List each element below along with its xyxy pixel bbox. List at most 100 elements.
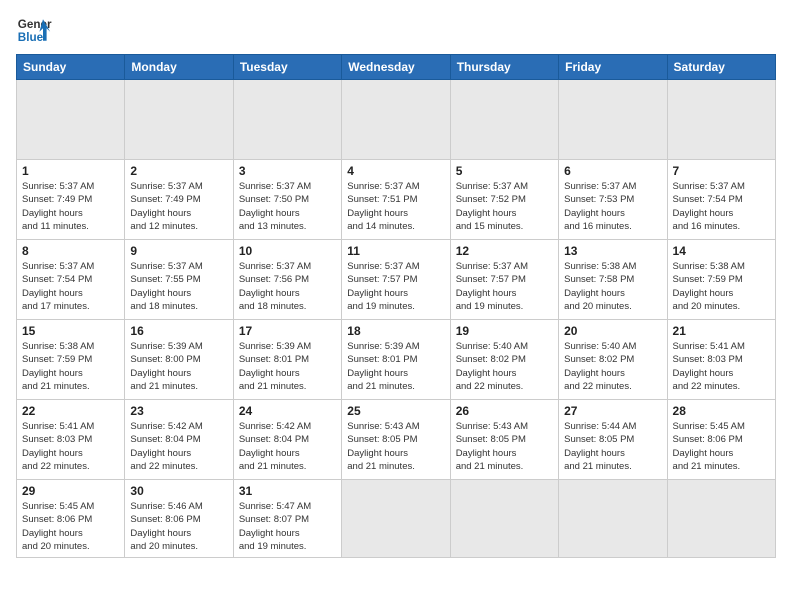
day-number: 27 xyxy=(564,404,661,418)
day-number: 23 xyxy=(130,404,227,418)
day-number: 6 xyxy=(564,164,661,178)
day-cell: 21Sunrise: 5:41 AMSunset: 8:03 PMDayligh… xyxy=(667,320,775,400)
day-cell xyxy=(125,80,233,160)
day-number: 4 xyxy=(347,164,444,178)
day-info: Sunrise: 5:39 AMSunset: 8:01 PMDaylight … xyxy=(347,340,444,393)
day-info: Sunrise: 5:37 AMSunset: 7:57 PMDaylight … xyxy=(347,260,444,313)
day-cell xyxy=(450,480,558,558)
day-number: 14 xyxy=(673,244,770,258)
day-number: 30 xyxy=(130,484,227,498)
day-cell: 20Sunrise: 5:40 AMSunset: 8:02 PMDayligh… xyxy=(559,320,667,400)
day-info: Sunrise: 5:41 AMSunset: 8:03 PMDaylight … xyxy=(22,420,119,473)
day-number: 9 xyxy=(130,244,227,258)
day-cell: 8 Sunrise: 5:37 AMSunset: 7:54 PMDaylight… xyxy=(17,240,125,320)
day-cell: 12Sunrise: 5:37 AMSunset: 7:57 PMDayligh… xyxy=(450,240,558,320)
day-cell: 18 Sunrise: 5:39 AMSunset: 8:01 PMDayligh… xyxy=(342,320,450,400)
calendar-header-sunday: Sunday xyxy=(17,55,125,80)
day-info: Sunrise: 5:38 AMSunset: 7:59 PMDaylight … xyxy=(673,260,770,313)
svg-text:General: General xyxy=(18,18,52,31)
calendar-header-friday: Friday xyxy=(559,55,667,80)
day-number: 31 xyxy=(239,484,336,498)
logo-icon: General Blue xyxy=(16,12,52,48)
day-number: 8 xyxy=(22,244,119,258)
day-cell xyxy=(559,80,667,160)
day-cell: 2 Sunrise: 5:37 AMSunset: 7:49 PMDaylight… xyxy=(125,160,233,240)
day-cell: 5 Sunrise: 5:37 AMSunset: 7:52 PMDaylight… xyxy=(450,160,558,240)
day-info: Sunrise: 5:37 AMSunset: 7:49 PMDaylight … xyxy=(130,180,227,233)
day-info: Sunrise: 5:37 AMSunset: 7:55 PMDaylight … xyxy=(130,260,227,313)
day-number: 20 xyxy=(564,324,661,338)
day-info: Sunrise: 5:38 AMSunset: 7:58 PMDaylight … xyxy=(564,260,661,313)
day-number: 11 xyxy=(347,244,444,258)
day-cell xyxy=(342,80,450,160)
day-cell xyxy=(667,80,775,160)
day-info: Sunrise: 5:37 AMSunset: 7:50 PMDaylight … xyxy=(239,180,336,233)
day-cell xyxy=(17,80,125,160)
day-number: 16 xyxy=(130,324,227,338)
day-number: 12 xyxy=(456,244,553,258)
day-number: 21 xyxy=(673,324,770,338)
day-info: Sunrise: 5:43 AMSunset: 8:05 PMDaylight … xyxy=(347,420,444,473)
day-info: Sunrise: 5:37 AMSunset: 7:53 PMDaylight … xyxy=(564,180,661,233)
day-cell: 24 Sunrise: 5:42 AMSunset: 8:04 PMDayligh… xyxy=(233,400,341,480)
day-cell: 11 Sunrise: 5:37 AMSunset: 7:57 PMDayligh… xyxy=(342,240,450,320)
day-info: Sunrise: 5:37 AMSunset: 7:49 PMDaylight … xyxy=(22,180,119,233)
day-number: 5 xyxy=(456,164,553,178)
calendar-header-tuesday: Tuesday xyxy=(233,55,341,80)
day-cell: 22 Sunrise: 5:41 AMSunset: 8:03 PMDayligh… xyxy=(17,400,125,480)
day-info: Sunrise: 5:37 AMSunset: 7:52 PMDaylight … xyxy=(456,180,553,233)
day-number: 24 xyxy=(239,404,336,418)
day-info: Sunrise: 5:42 AMSunset: 8:04 PMDaylight … xyxy=(239,420,336,473)
day-cell: 9 Sunrise: 5:37 AMSunset: 7:55 PMDaylight… xyxy=(125,240,233,320)
day-cell: 4 Sunrise: 5:37 AMSunset: 7:51 PMDaylight… xyxy=(342,160,450,240)
day-number: 10 xyxy=(239,244,336,258)
day-info: Sunrise: 5:37 AMSunset: 7:54 PMDaylight … xyxy=(22,260,119,313)
week-row-5: 22 Sunrise: 5:41 AMSunset: 8:03 PMDayligh… xyxy=(17,400,776,480)
day-cell: 6 Sunrise: 5:37 AMSunset: 7:53 PMDaylight… xyxy=(559,160,667,240)
day-number: 26 xyxy=(456,404,553,418)
day-cell: 29Sunrise: 5:45 AMSunset: 8:06 PMDayligh… xyxy=(17,480,125,558)
day-cell: 30 Sunrise: 5:46 AMSunset: 8:06 PMDayligh… xyxy=(125,480,233,558)
day-info: Sunrise: 5:45 AMSunset: 8:06 PMDaylight … xyxy=(673,420,770,473)
day-cell: 31Sunrise: 5:47 AMSunset: 8:07 PMDayligh… xyxy=(233,480,341,558)
day-number: 3 xyxy=(239,164,336,178)
day-number: 18 xyxy=(347,324,444,338)
day-info: Sunrise: 5:37 AMSunset: 7:54 PMDaylight … xyxy=(673,180,770,233)
day-number: 15 xyxy=(22,324,119,338)
day-cell: 13Sunrise: 5:38 AMSunset: 7:58 PMDayligh… xyxy=(559,240,667,320)
week-row-2: 1 Sunrise: 5:37 AMSunset: 7:49 PMDaylight… xyxy=(17,160,776,240)
calendar-header-thursday: Thursday xyxy=(450,55,558,80)
day-number: 17 xyxy=(239,324,336,338)
day-number: 2 xyxy=(130,164,227,178)
day-cell: 27 Sunrise: 5:44 AMSunset: 8:05 PMDayligh… xyxy=(559,400,667,480)
day-cell xyxy=(559,480,667,558)
week-row-6: 29Sunrise: 5:45 AMSunset: 8:06 PMDayligh… xyxy=(17,480,776,558)
week-row-4: 15 Sunrise: 5:38 AMSunset: 7:59 PMDayligh… xyxy=(17,320,776,400)
day-info: Sunrise: 5:38 AMSunset: 7:59 PMDaylight … xyxy=(22,340,119,393)
day-cell: 26Sunrise: 5:43 AMSunset: 8:05 PMDayligh… xyxy=(450,400,558,480)
day-number: 19 xyxy=(456,324,553,338)
day-cell xyxy=(667,480,775,558)
day-cell: 15 Sunrise: 5:38 AMSunset: 7:59 PMDayligh… xyxy=(17,320,125,400)
day-info: Sunrise: 5:44 AMSunset: 8:05 PMDaylight … xyxy=(564,420,661,473)
day-info: Sunrise: 5:37 AMSunset: 7:51 PMDaylight … xyxy=(347,180,444,233)
day-number: 7 xyxy=(673,164,770,178)
page: General Blue SundayMondayTuesdayWednesda… xyxy=(0,0,792,612)
day-cell xyxy=(233,80,341,160)
day-cell: 3 Sunrise: 5:37 AMSunset: 7:50 PMDaylight… xyxy=(233,160,341,240)
day-cell xyxy=(342,480,450,558)
day-number: 1 xyxy=(22,164,119,178)
day-cell: 28Sunrise: 5:45 AMSunset: 8:06 PMDayligh… xyxy=(667,400,775,480)
day-number: 22 xyxy=(22,404,119,418)
day-info: Sunrise: 5:37 AMSunset: 7:56 PMDaylight … xyxy=(239,260,336,313)
day-info: Sunrise: 5:46 AMSunset: 8:06 PMDaylight … xyxy=(130,500,227,553)
day-info: Sunrise: 5:42 AMSunset: 8:04 PMDaylight … xyxy=(130,420,227,473)
day-info: Sunrise: 5:40 AMSunset: 8:02 PMDaylight … xyxy=(456,340,553,393)
day-cell: 19 Sunrise: 5:40 AMSunset: 8:02 PMDayligh… xyxy=(450,320,558,400)
day-cell xyxy=(450,80,558,160)
day-cell: 17Sunrise: 5:39 AMSunset: 8:01 PMDayligh… xyxy=(233,320,341,400)
day-cell: 7 Sunrise: 5:37 AMSunset: 7:54 PMDaylight… xyxy=(667,160,775,240)
day-number: 25 xyxy=(347,404,444,418)
header: General Blue xyxy=(16,12,776,48)
week-row-3: 8 Sunrise: 5:37 AMSunset: 7:54 PMDaylight… xyxy=(17,240,776,320)
